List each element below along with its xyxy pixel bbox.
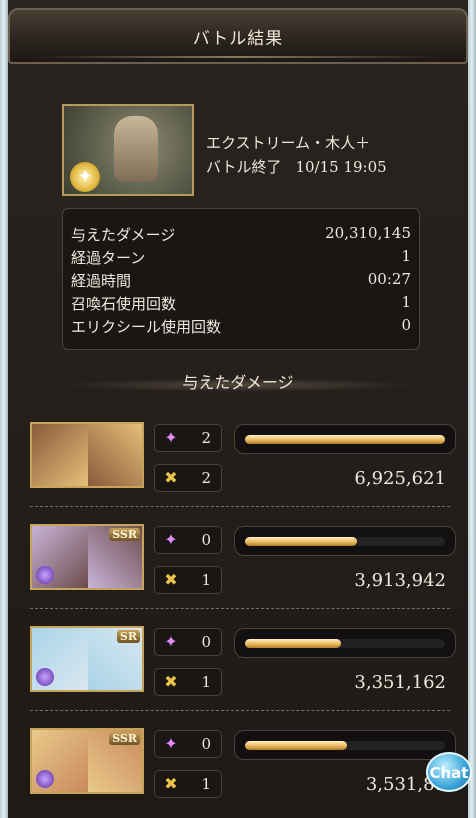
skill-icon: ✖ [164, 468, 178, 487]
portrait-art [32, 424, 88, 486]
charge-attack-icon: ✦ [164, 632, 178, 651]
skill-use-count: ✖ 1 [154, 770, 222, 798]
portrait-art [88, 424, 142, 486]
skill-icon: ✖ [164, 774, 178, 793]
skill-use-count: ✖ 1 [154, 566, 222, 594]
character-damage-card: ✦ 2 ✖ 2 6,925,621 [30, 422, 458, 494]
stat-row: 召喚石使用回数 1 [71, 293, 411, 315]
character-portrait[interactable]: SR [30, 626, 144, 692]
damage-bar-fill [245, 537, 357, 546]
stat-row: 経過ターン 1 [71, 247, 411, 269]
stat-value: 1 [401, 293, 411, 311]
battle-status-label: バトル終了 [206, 158, 282, 176]
character-portrait[interactable] [30, 422, 144, 488]
charge-attack-count: ✦ 2 [154, 424, 222, 452]
stat-row: 経過時間 00:27 [71, 270, 411, 292]
charge-attack-icon: ✦ [164, 428, 178, 447]
stat-row: 与えたダメージ 20,310,145 [71, 224, 411, 246]
stat-label: 召喚石使用回数 [71, 295, 177, 313]
damage-bar-fill [245, 741, 347, 750]
damage-value: 3,913,942 [354, 570, 446, 591]
skill-icon: ✖ [164, 570, 178, 589]
rarity-badge: SR [116, 630, 140, 643]
damage-bar-fill [245, 435, 445, 444]
charge-attack-count: ✦ 0 [154, 526, 222, 554]
training-dummy-image [114, 116, 158, 182]
stat-value: 00:27 [367, 270, 411, 288]
charge-attack-icon: ✦ [164, 530, 178, 549]
skill-use-value: 1 [201, 571, 211, 589]
damage-value: 3,351,162 [354, 672, 446, 693]
stat-label: 経過ターン [71, 249, 146, 267]
damage-bar-track [245, 639, 445, 648]
right-frame-border [468, 0, 476, 818]
character-portrait[interactable]: SSR [30, 524, 144, 590]
stat-value: 0 [401, 316, 411, 334]
damage-bar [234, 424, 456, 454]
element-icon [36, 668, 54, 686]
skill-use-value: 2 [201, 469, 211, 487]
card-divider [30, 608, 450, 609]
damage-bar-fill [245, 639, 341, 648]
rarity-badge: SSR [109, 528, 140, 541]
stat-label: 経過時間 [71, 272, 132, 290]
battle-stats-box: 与えたダメージ 20,310,145 経過ターン 1 経過時間 00:27 召喚石使用… [62, 208, 420, 350]
charge-attack-icon: ✦ [164, 734, 178, 753]
charge-attack-count: ✦ 0 [154, 730, 222, 758]
charge-attack-value: 0 [201, 633, 211, 651]
damage-bar [234, 628, 456, 658]
damage-bar [234, 730, 456, 760]
boss-name: エクストリーム・木人＋ [206, 134, 371, 152]
stat-row: エリクシール使用回数 0 [71, 316, 411, 338]
light-element-icon: ✦ [70, 162, 100, 192]
charge-attack-value: 2 [201, 429, 211, 447]
stat-label: エリクシール使用回数 [71, 318, 222, 336]
battle-date: 10/15 19:05 [295, 158, 387, 176]
damage-bar-track [245, 435, 445, 444]
skill-use-count: ✖ 1 [154, 668, 222, 696]
skill-use-value: 1 [201, 673, 211, 691]
stat-label: 与えたダメージ [71, 226, 176, 244]
skill-use-value: 1 [201, 775, 211, 793]
stat-value: 1 [401, 247, 411, 265]
card-divider [30, 710, 450, 711]
charge-attack-value: 0 [201, 531, 211, 549]
damage-bar-track [245, 537, 445, 546]
header-divider [38, 56, 438, 58]
element-icon [36, 566, 54, 584]
skill-use-count: ✖ 2 [154, 464, 222, 492]
character-damage-card: SSR ✦ 0 ✖ 1 3,913,942 [30, 524, 458, 596]
charge-attack-value: 0 [201, 735, 211, 753]
skill-icon: ✖ [164, 672, 178, 691]
damage-bar-track [245, 741, 445, 750]
rarity-badge: SSR [109, 732, 140, 745]
stat-value: 20,310,145 [325, 224, 411, 242]
battle-status: バトル終了 10/15 19:05 [206, 156, 387, 177]
damage-section-title: 与えたダメージ [182, 373, 294, 392]
character-portrait[interactable]: SSR [30, 728, 144, 794]
damage-value: 6,925,621 [354, 468, 446, 489]
card-divider [30, 506, 450, 507]
element-icon [36, 770, 54, 788]
chat-button[interactable]: Chat [426, 752, 472, 792]
page-title: バトル結果 [192, 29, 284, 49]
left-frame-border [0, 0, 8, 818]
header-bar: バトル結果 [8, 8, 468, 64]
character-damage-card: SR ✦ 0 ✖ 1 3,351,162 [30, 626, 458, 698]
boss-thumbnail: ✦ [62, 104, 194, 196]
character-damage-card: SSR ✦ 0 ✖ 1 3,531,81 [30, 728, 458, 800]
charge-attack-count: ✦ 0 [154, 628, 222, 656]
damage-bar [234, 526, 456, 556]
